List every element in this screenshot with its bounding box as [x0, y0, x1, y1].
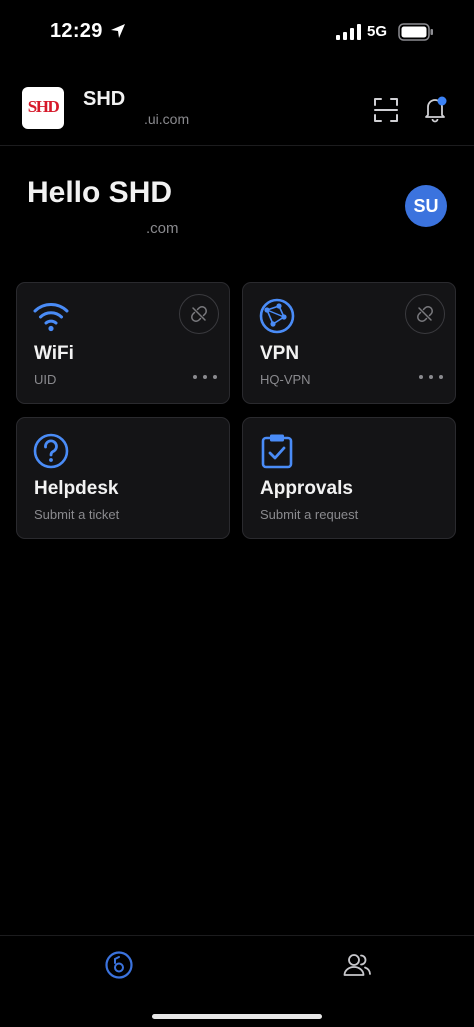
- scan-qr-icon[interactable]: [372, 96, 400, 124]
- vpn-card-title: VPN: [260, 343, 300, 364]
- org-domain: .ui.com: [144, 111, 190, 127]
- org-logo-text: SHD: [27, 97, 60, 116]
- avatar-initials: SU: [413, 195, 439, 216]
- status-time: 12:29: [50, 20, 103, 42]
- wifi-unlink-button[interactable]: [179, 294, 219, 334]
- wifi-card[interactable]: WiFi UID: [16, 282, 230, 404]
- user-avatar[interactable]: SU: [405, 185, 447, 227]
- users-icon[interactable]: [342, 950, 372, 980]
- more-dot: [193, 375, 197, 379]
- app-screen: 12:29 5G SHD SHD .ui.com Hello SHD .com …: [0, 0, 474, 1027]
- helpdesk-card-subtitle: Submit a ticket: [34, 507, 120, 522]
- tab-bar: [0, 935, 474, 1027]
- more-dot: [419, 375, 423, 379]
- battery-icon: [398, 23, 433, 41]
- vpn-unlink-button[interactable]: [405, 294, 445, 334]
- greeting-title: Hello SHD: [27, 176, 173, 209]
- wifi-more-button[interactable]: [193, 373, 217, 381]
- wifi-card-subtitle: UID: [34, 372, 57, 387]
- vpn-globe-icon: [259, 298, 295, 334]
- wifi-card-title: WiFi: [34, 343, 74, 364]
- more-dot: [429, 375, 433, 379]
- network-type: 5G: [367, 23, 388, 40]
- clipboard-check-icon: [261, 434, 293, 469]
- vpn-card-subtitle: HQ-VPN: [260, 372, 311, 387]
- broken-link-icon: [417, 306, 433, 322]
- app-header: SHD SHD .ui.com: [0, 80, 474, 146]
- greeting-subtitle: .com: [146, 220, 179, 237]
- approvals-card-subtitle: Submit a request: [260, 507, 359, 522]
- org-logo: SHD: [22, 87, 64, 129]
- helpdesk-card[interactable]: Helpdesk Submit a ticket: [16, 417, 230, 539]
- home-indicator[interactable]: [152, 1014, 322, 1019]
- helpdesk-card-title: Helpdesk: [34, 478, 119, 499]
- notification-bell-icon[interactable]: [420, 94, 450, 124]
- status-bar: 12:29 5G: [0, 0, 474, 64]
- cellular-signal-icon: [336, 24, 361, 40]
- more-dot: [213, 375, 217, 379]
- approvals-card-title: Approvals: [260, 478, 353, 499]
- broken-link-icon: [191, 306, 207, 322]
- location-arrow-icon: [111, 24, 125, 38]
- vpn-more-button[interactable]: [419, 373, 443, 381]
- more-dot: [439, 375, 443, 379]
- notification-dot: [437, 96, 447, 106]
- more-dot: [203, 375, 207, 379]
- approvals-card[interactable]: Approvals Submit a request: [242, 417, 456, 539]
- vpn-card[interactable]: VPN HQ-VPN: [242, 282, 456, 404]
- wifi-icon: [33, 303, 69, 332]
- home-key-icon[interactable]: [104, 950, 134, 980]
- question-circle-icon: [33, 433, 69, 469]
- org-name: SHD: [83, 88, 126, 110]
